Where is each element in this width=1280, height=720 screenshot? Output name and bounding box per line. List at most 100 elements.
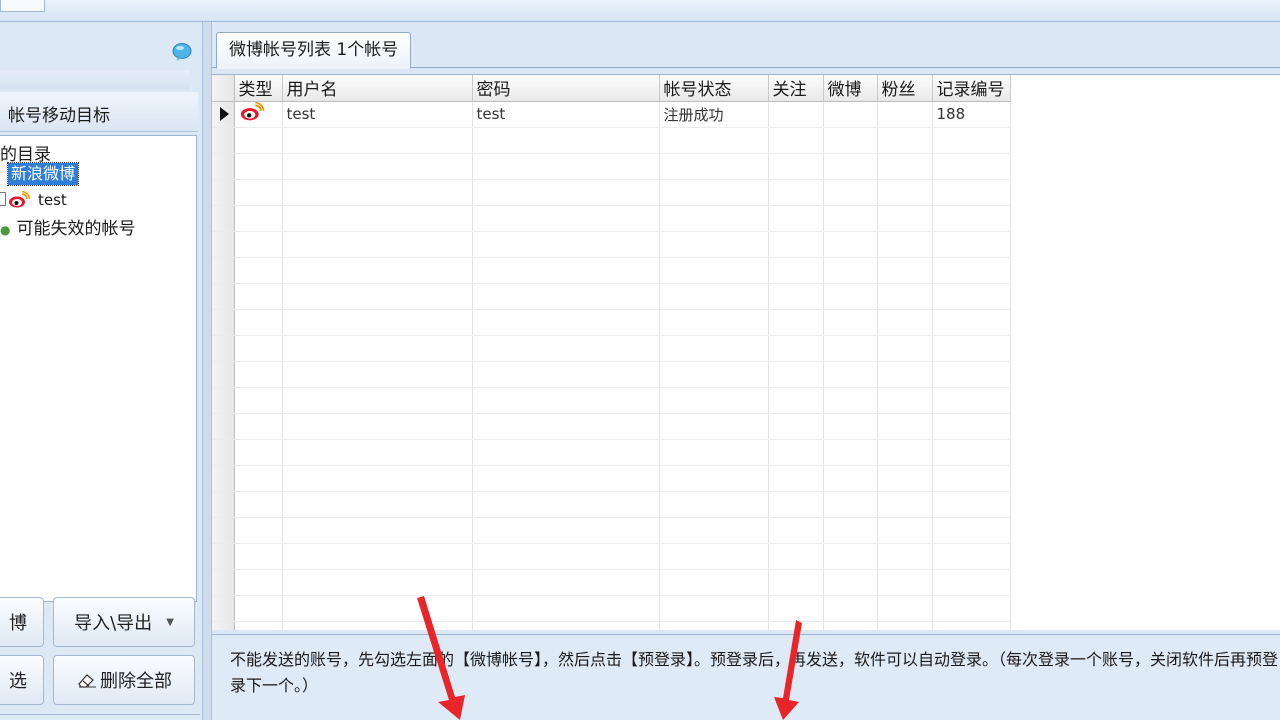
table-row-empty <box>212 309 1011 336</box>
tree-account-node[interactable]: test <box>0 190 67 210</box>
table-row-empty <box>212 153 1011 180</box>
column-header-status[interactable]: 帐号状态 <box>659 75 769 102</box>
cell-status[interactable]: 注册成功 <box>659 101 769 128</box>
empty-cell <box>877 179 933 206</box>
help-bubble-icon[interactable] <box>171 42 193 62</box>
empty-cell <box>932 543 1011 570</box>
row-selector <box>212 413 235 440</box>
top-menu-strip <box>0 0 1280 22</box>
weibo-logo-icon <box>9 191 30 208</box>
empty-cell <box>823 517 878 544</box>
empty-cell <box>472 309 660 336</box>
table-row-empty <box>212 127 1011 154</box>
tree-category-sina-weibo[interactable]: 新浪微博 <box>6 162 80 186</box>
row-selector[interactable] <box>212 101 235 128</box>
empty-cell <box>932 361 1011 388</box>
tree-category-label: 新浪微博 <box>11 164 76 183</box>
account-grid[interactable]: 类型 用户名 密码 帐号状态 关注 微博 粉丝 记录编号 test test 注… <box>212 74 1280 630</box>
column-header-username[interactable]: 用户名 <box>282 75 473 102</box>
empty-cell <box>932 491 1011 518</box>
empty-cell <box>282 621 473 630</box>
empty-cell <box>823 283 878 310</box>
empty-cell <box>877 231 933 258</box>
empty-cell <box>282 413 473 440</box>
empty-cell <box>659 387 769 414</box>
cell-username[interactable]: test <box>282 101 473 128</box>
empty-cell <box>768 517 824 544</box>
tree-bullet-icon: ● <box>0 223 11 237</box>
empty-cell <box>234 309 283 336</box>
empty-cell <box>932 309 1011 336</box>
table-row-empty <box>212 543 1011 570</box>
menu-tab-1[interactable] <box>0 0 45 12</box>
table-row-empty <box>212 569 1011 596</box>
empty-cell <box>877 127 933 154</box>
empty-cell <box>932 465 1011 492</box>
tree-invalid-label: 可能失效的帐号 <box>16 219 136 239</box>
empty-cell <box>768 621 824 630</box>
select-all-button[interactable]: 选 <box>0 655 44 705</box>
empty-cell <box>659 595 769 622</box>
column-header-follow[interactable]: 关注 <box>768 75 824 102</box>
delete-all-button[interactable]: 删除全部 <box>53 655 195 705</box>
weibo-account-button[interactable]: 博 <box>0 597 44 647</box>
cell-weibo[interactable] <box>823 101 878 128</box>
account-table: 类型 用户名 密码 帐号状态 关注 微博 粉丝 记录编号 test test 注… <box>212 75 1011 630</box>
empty-cell <box>768 127 824 154</box>
empty-cell <box>282 179 473 206</box>
column-header-record-id[interactable]: 记录编号 <box>932 75 1011 102</box>
table-row-empty <box>212 621 1011 630</box>
empty-cell <box>823 491 878 518</box>
import-export-button[interactable]: 导入\导出 ▼ <box>53 597 195 647</box>
empty-cell <box>768 413 824 440</box>
panel-splitter[interactable] <box>203 22 212 720</box>
row-selector <box>212 595 235 622</box>
empty-cell <box>234 231 283 258</box>
table-header-row: 类型 用户名 密码 帐号状态 关注 微博 粉丝 记录编号 <box>212 75 1011 102</box>
table-row[interactable]: test test 注册成功 188 <box>212 101 1011 128</box>
row-selector <box>212 491 235 518</box>
empty-cell <box>282 153 473 180</box>
empty-cell <box>823 387 878 414</box>
cell-password[interactable]: test <box>472 101 660 128</box>
table-row-empty <box>212 491 1011 518</box>
empty-cell <box>768 231 824 258</box>
tree-invalid-accounts-node[interactable]: ● 可能失效的帐号 <box>0 214 135 239</box>
column-header-weibo[interactable]: 微博 <box>823 75 878 102</box>
empty-cell <box>472 439 660 466</box>
column-header-password[interactable]: 密码 <box>472 75 660 102</box>
row-selector <box>212 621 235 630</box>
empty-cell <box>823 413 878 440</box>
tree-checkbox[interactable] <box>0 192 6 206</box>
row-selector <box>212 231 235 258</box>
table-row-empty <box>212 595 1011 622</box>
empty-cell <box>877 361 933 388</box>
empty-cell <box>823 153 878 180</box>
row-selector <box>212 465 235 492</box>
cell-follow[interactable] <box>768 101 824 128</box>
tab-weibo-account-list[interactable]: 微博帐号列表 1个帐号 <box>216 32 412 69</box>
empty-cell <box>768 491 824 518</box>
empty-cell <box>234 439 283 466</box>
empty-cell <box>768 361 824 388</box>
cell-fans[interactable] <box>877 101 933 128</box>
empty-cell <box>932 569 1011 596</box>
column-header-fans[interactable]: 粉丝 <box>877 75 933 102</box>
tree-root-node[interactable]: 的目录 <box>0 140 51 165</box>
empty-cell <box>932 127 1011 154</box>
empty-cell <box>823 361 878 388</box>
empty-cell <box>234 283 283 310</box>
empty-cell <box>823 257 878 284</box>
empty-cell <box>282 465 473 492</box>
table-row-empty <box>212 231 1011 258</box>
empty-cell <box>659 205 769 232</box>
empty-cell <box>234 595 283 622</box>
empty-cell <box>932 153 1011 180</box>
account-tree[interactable]: 的目录 新浪微博 test ● 可能失效的帐号 <box>0 135 197 602</box>
column-header-type[interactable]: 类型 <box>234 75 283 102</box>
cell-record-id[interactable]: 188 <box>932 101 1011 128</box>
row-selector <box>212 387 235 414</box>
empty-cell <box>472 543 660 570</box>
empty-cell <box>234 257 283 284</box>
empty-cell <box>659 543 769 570</box>
